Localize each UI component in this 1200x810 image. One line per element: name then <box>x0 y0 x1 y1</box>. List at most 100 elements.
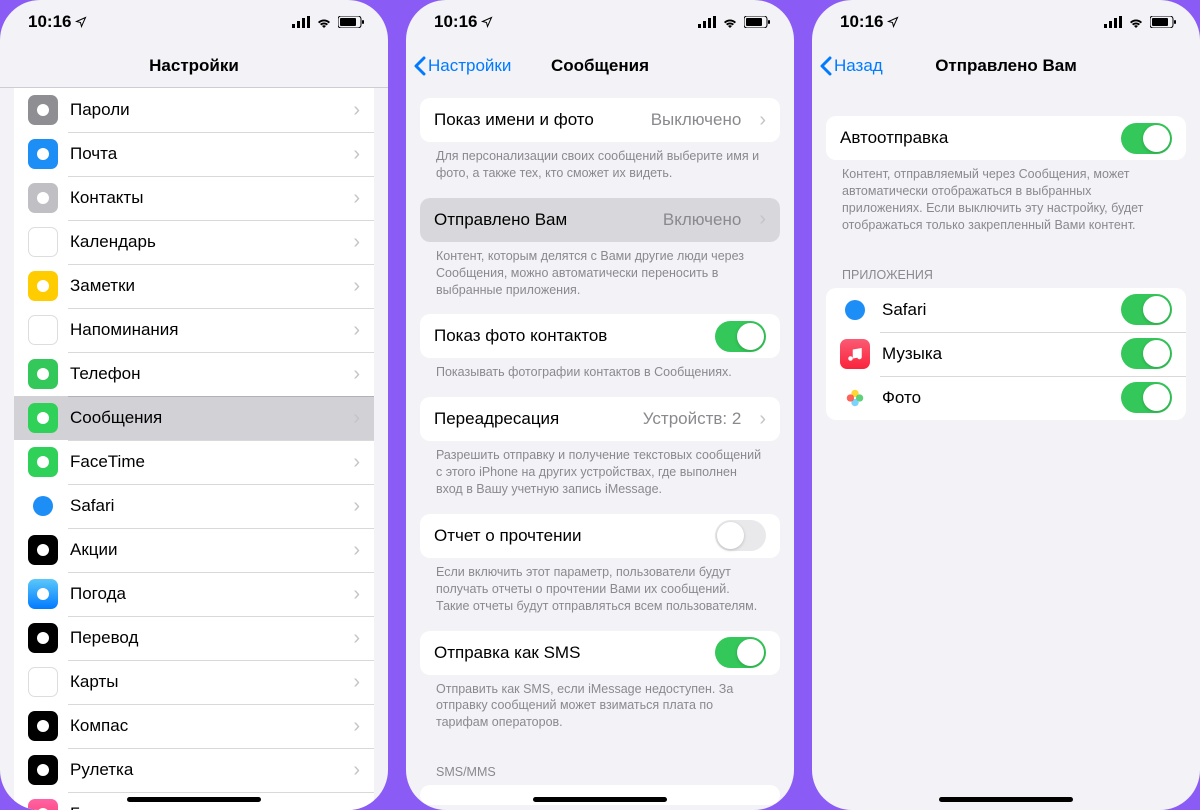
row-label: Отправлено Вам <box>434 210 651 230</box>
row-send-as-sms[interactable]: Отправка как SMS <box>420 631 780 675</box>
chevron-left-icon <box>414 56 426 76</box>
wifi-icon <box>316 16 332 28</box>
key-icon <box>28 95 58 125</box>
switch-фото[interactable] <box>1121 382 1172 413</box>
chevron-right-icon: › <box>353 319 360 342</box>
row-value: Включено <box>663 210 741 230</box>
sms-footer: Отправить как SMS, если iMessage недосту… <box>406 675 794 748</box>
row-label: FaceTime <box>70 452 335 472</box>
row-auto-sharing[interactable]: Автоотправка <box>826 116 1186 160</box>
row-label: Показ фото контактов <box>434 326 703 346</box>
app-row-фото[interactable]: Фото <box>826 376 1186 420</box>
chevron-right-icon: › <box>353 627 360 650</box>
back-button[interactable]: Настройки <box>414 56 511 76</box>
switch-музыка[interactable] <box>1121 338 1172 369</box>
row-label: Карты <box>70 672 335 692</box>
row-label: Отправка как SMS <box>434 643 703 663</box>
back-button[interactable]: Назад <box>820 56 883 76</box>
chevron-right-icon: › <box>759 208 766 231</box>
row-label: Акции <box>70 540 335 560</box>
status-bar: 10:16 <box>0 0 388 44</box>
chevron-right-icon: › <box>353 715 360 738</box>
back-label: Назад <box>834 56 883 76</box>
row-label: Календарь <box>70 232 335 252</box>
page-title: Отправлено Вам <box>935 56 1077 76</box>
sms-mms-header: SMS/MMS <box>406 747 794 785</box>
page-title: Настройки <box>149 56 239 76</box>
switch-auto-sharing[interactable] <box>1121 123 1172 154</box>
auto-footer: Контент, отправляемый через Сообщения, м… <box>812 160 1200 250</box>
switch-contact-photos[interactable] <box>715 321 766 352</box>
home-indicator <box>939 797 1073 802</box>
chevron-right-icon: › <box>353 583 360 606</box>
row-label: Контакты <box>70 188 335 208</box>
status-time: 10:16 <box>840 12 883 32</box>
signal-icon <box>698 16 716 28</box>
settings-row-пароли[interactable]: Пароли › <box>14 88 374 132</box>
app-row-музыка[interactable]: Музыка <box>826 332 1186 376</box>
row-label: Заметки <box>70 276 335 296</box>
battery-icon <box>338 16 364 28</box>
status-time: 10:16 <box>28 12 71 32</box>
row-label: Пароли <box>70 100 335 120</box>
compass-icon <box>28 711 58 741</box>
messages-icon <box>28 403 58 433</box>
app-row-safari[interactable]: Safari <box>826 288 1186 332</box>
status-bar: 10:16 <box>812 0 1200 44</box>
settings-row-телефон[interactable]: Телефон› <box>14 352 374 396</box>
chevron-right-icon: › <box>353 99 360 122</box>
chevron-right-icon: › <box>353 759 360 782</box>
row-label: Отчет о прочтении <box>434 526 703 546</box>
switch-safari[interactable] <box>1121 294 1172 325</box>
chevron-right-icon: › <box>353 539 360 562</box>
row-name-photo[interactable]: Показ имени и фото Выключено › <box>420 98 780 142</box>
settings-row-facetime[interactable]: FaceTime› <box>14 440 374 484</box>
settings-row-календарь[interactable]: Календарь› <box>14 220 374 264</box>
row-label: Автоотправка <box>840 128 1109 148</box>
switch-read-receipts[interactable] <box>715 520 766 551</box>
settings-row-компас[interactable]: Компас› <box>14 704 374 748</box>
wifi-icon <box>1128 16 1144 28</box>
settings-row-погода[interactable]: Погода› <box>14 572 374 616</box>
weather-icon <box>28 579 58 609</box>
music-icon <box>840 339 870 369</box>
settings-row-safari[interactable]: Safari› <box>14 484 374 528</box>
row-label: Фото <box>882 388 1109 408</box>
chevron-right-icon: › <box>759 408 766 431</box>
settings-row-почта[interactable]: Почта› <box>14 132 374 176</box>
settings-row-контакты[interactable]: Контакты› <box>14 176 374 220</box>
battery-icon <box>1150 16 1176 28</box>
chevron-right-icon: › <box>353 671 360 694</box>
settings-row-сообщения[interactable]: Сообщения› <box>14 396 374 440</box>
row-forwarding[interactable]: Переадресация Устройств: 2 › <box>420 397 780 441</box>
contacts-icon <box>28 183 58 213</box>
row-read-receipts[interactable]: Отчет о прочтении <box>420 514 780 558</box>
page-title: Сообщения <box>551 56 649 76</box>
settings-row-перевод[interactable]: Перевод › <box>14 616 374 660</box>
mail-icon <box>28 139 58 169</box>
chevron-right-icon: › <box>353 407 360 430</box>
shared-with-you-screen: 10:16 Назад Отправлено Вам Автоотправка … <box>812 0 1200 810</box>
chevron-right-icon: › <box>759 109 766 132</box>
row-label: Перевод <box>70 628 335 648</box>
maps-icon <box>28 667 58 697</box>
settings-row-рулетка[interactable]: Рулетка› <box>14 748 374 792</box>
safari-icon <box>28 491 58 521</box>
signal-icon <box>1104 16 1122 28</box>
settings-row-заметки[interactable]: Заметки› <box>14 264 374 308</box>
row-value: Устройств: 2 <box>643 409 742 429</box>
switch-send-as-sms[interactable] <box>715 637 766 668</box>
settings-row-карты[interactable]: Карты › <box>14 660 374 704</box>
settings-row-акции[interactable]: Акции › <box>14 528 374 572</box>
row-label: Напоминания <box>70 320 335 340</box>
name-photo-footer: Для персонализации своих сообщений выбер… <box>406 142 794 198</box>
settings-row-напоминания[interactable]: Напоминания › <box>14 308 374 352</box>
calendar-icon <box>28 227 58 257</box>
stocks-icon <box>28 535 58 565</box>
row-contact-photos[interactable]: Показ фото контактов <box>420 314 780 358</box>
row-label: Safari <box>70 496 335 516</box>
row-shared-with-you[interactable]: Отправлено Вам Включено › <box>420 198 780 242</box>
settings-screen: 10:16 Настройки Пароли›Почта›Контакты›Ка… <box>0 0 388 810</box>
row-label: Музыка <box>882 344 1109 364</box>
location-icon <box>481 16 493 28</box>
